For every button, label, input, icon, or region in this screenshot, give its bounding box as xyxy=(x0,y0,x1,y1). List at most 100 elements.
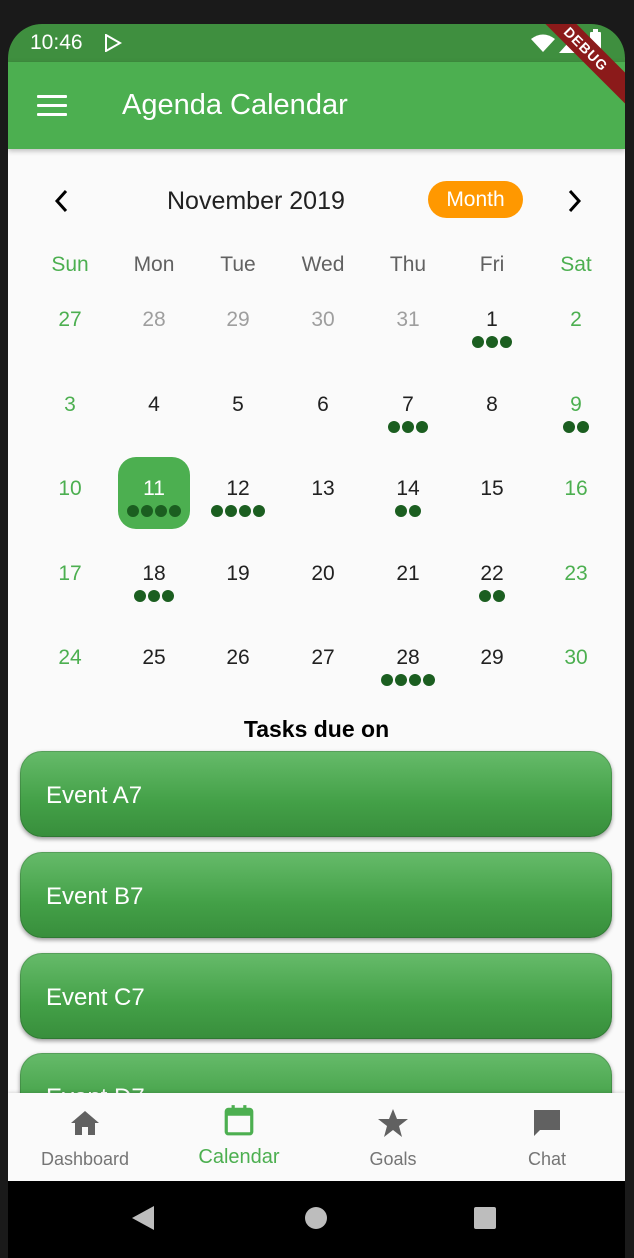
system-navigation-bar xyxy=(8,1181,625,1258)
calendar-day[interactable]: 3 xyxy=(28,371,112,455)
event-dot xyxy=(416,421,428,433)
event-dot xyxy=(486,336,498,348)
event-dot xyxy=(479,590,491,602)
nav-item-calendar[interactable]: Calendar xyxy=(162,1093,316,1181)
calendar-day[interactable]: 2 xyxy=(534,286,618,370)
day-number: 25 xyxy=(142,646,166,669)
day-number: 18 xyxy=(142,562,166,585)
event-dot xyxy=(239,505,251,517)
task-label: Event B7 xyxy=(46,883,144,910)
recent-apps-icon[interactable] xyxy=(474,1207,496,1229)
app-bar: Agenda Calendar xyxy=(8,62,625,149)
event-markers xyxy=(366,674,450,686)
day-number: 7 xyxy=(402,393,414,416)
day-number: 13 xyxy=(311,477,335,500)
calendar-day[interactable]: 23 xyxy=(534,540,618,624)
calendar-day[interactable]: 17 xyxy=(28,540,112,624)
event-dot xyxy=(472,336,484,348)
page-title: Agenda Calendar xyxy=(122,89,348,121)
main-content: November 2019 Month Sun Mon Tue Wed Thu … xyxy=(8,149,625,1093)
day-number: 8 xyxy=(486,393,498,416)
day-number: 27 xyxy=(311,646,335,669)
task-card[interactable]: Event D7 xyxy=(20,1053,612,1093)
calendar-day[interactable]: 18 xyxy=(112,540,196,624)
task-card[interactable]: Event A7 xyxy=(20,751,612,837)
calendar-day[interactable]: 19 xyxy=(196,540,280,624)
event-dot xyxy=(141,505,153,517)
calendar-day[interactable]: 28 xyxy=(112,286,196,370)
nav-item-dashboard[interactable]: Dashboard xyxy=(8,1093,162,1181)
day-number: 23 xyxy=(564,562,588,585)
calendar-day[interactable]: 10 xyxy=(28,455,112,539)
event-dot xyxy=(563,421,575,433)
calendar-day[interactable]: 8 xyxy=(450,371,534,455)
status-bar: 10:46 xyxy=(8,24,625,62)
calendar-day[interactable]: 27 xyxy=(281,624,365,708)
menu-icon[interactable] xyxy=(37,95,67,117)
event-dot xyxy=(162,590,174,602)
calendar-day[interactable]: 31 xyxy=(366,286,450,370)
tasks-heading: Tasks due on xyxy=(243,716,390,742)
calendar-day[interactable]: 20 xyxy=(281,540,365,624)
calendar-day[interactable]: 27 xyxy=(28,286,112,370)
calendar-day[interactable]: 7 xyxy=(366,371,450,455)
calendar-day[interactable]: 16 xyxy=(534,455,618,539)
calendar-day[interactable]: 24 xyxy=(28,624,112,708)
wifi-icon xyxy=(531,34,555,52)
event-dot xyxy=(423,674,435,686)
calendar-day[interactable]: 25 xyxy=(112,624,196,708)
nav-label: Calendar xyxy=(198,1146,280,1168)
calendar-day[interactable]: 30 xyxy=(281,286,365,370)
event-markers xyxy=(112,590,196,602)
event-dot xyxy=(225,505,237,517)
event-dot xyxy=(155,505,167,517)
home-button-icon[interactable] xyxy=(305,1207,327,1229)
calendar-day[interactable]: 5 xyxy=(196,371,280,455)
play-store-icon xyxy=(105,34,122,52)
chat-icon xyxy=(534,1110,560,1136)
event-dot xyxy=(148,590,160,602)
event-dot xyxy=(500,336,512,348)
calendar-day[interactable]: 29 xyxy=(196,286,280,370)
day-number: 10 xyxy=(58,477,82,500)
day-number: 29 xyxy=(480,646,504,669)
day-number: 26 xyxy=(226,646,250,669)
calendar-day[interactable]: 21 xyxy=(366,540,450,624)
calendar-day[interactable]: 9 xyxy=(534,371,618,455)
task-card[interactable]: Event B7 xyxy=(20,852,612,938)
day-number: 11 xyxy=(143,477,165,500)
day-number: 16 xyxy=(564,477,588,500)
calendar-day[interactable]: 13 xyxy=(281,455,365,539)
calendar-day[interactable]: 28 xyxy=(366,624,450,708)
nav-item-chat[interactable]: Chat xyxy=(470,1093,624,1181)
event-dot xyxy=(134,590,146,602)
day-number: 15 xyxy=(480,477,504,500)
event-dot xyxy=(402,421,414,433)
back-icon[interactable] xyxy=(132,1206,154,1230)
calendar-day[interactable]: 14 xyxy=(366,455,450,539)
event-markers xyxy=(112,505,196,517)
calendar-day[interactable]: 1 xyxy=(450,286,534,370)
bottom-navigation: Dashboard Calendar Goals Chat xyxy=(8,1093,625,1181)
calendar-day[interactable]: 6 xyxy=(281,371,365,455)
event-dot xyxy=(577,421,589,433)
status-time: 10:46 xyxy=(30,31,83,54)
day-number: 24 xyxy=(58,646,82,669)
calendar-day[interactable]: 15 xyxy=(450,455,534,539)
event-markers xyxy=(366,421,450,433)
calendar-day[interactable]: 29 xyxy=(450,624,534,708)
calendar-day[interactable]: 4 xyxy=(112,371,196,455)
day-number: 20 xyxy=(311,562,335,585)
event-dot xyxy=(493,590,505,602)
task-label: Event A7 xyxy=(46,782,143,809)
event-markers xyxy=(366,505,450,517)
day-number: 6 xyxy=(317,393,329,416)
home-icon xyxy=(71,1111,99,1135)
calendar-day-selected[interactable]: 11 xyxy=(112,455,196,539)
nav-item-goals[interactable]: Goals xyxy=(316,1093,470,1181)
calendar-day[interactable]: 26 xyxy=(196,624,280,708)
calendar-day[interactable]: 12 xyxy=(196,455,280,539)
calendar-day[interactable]: 22 xyxy=(450,540,534,624)
calendar-day[interactable]: 30 xyxy=(534,624,618,708)
task-card[interactable]: Event C7 xyxy=(20,953,612,1039)
